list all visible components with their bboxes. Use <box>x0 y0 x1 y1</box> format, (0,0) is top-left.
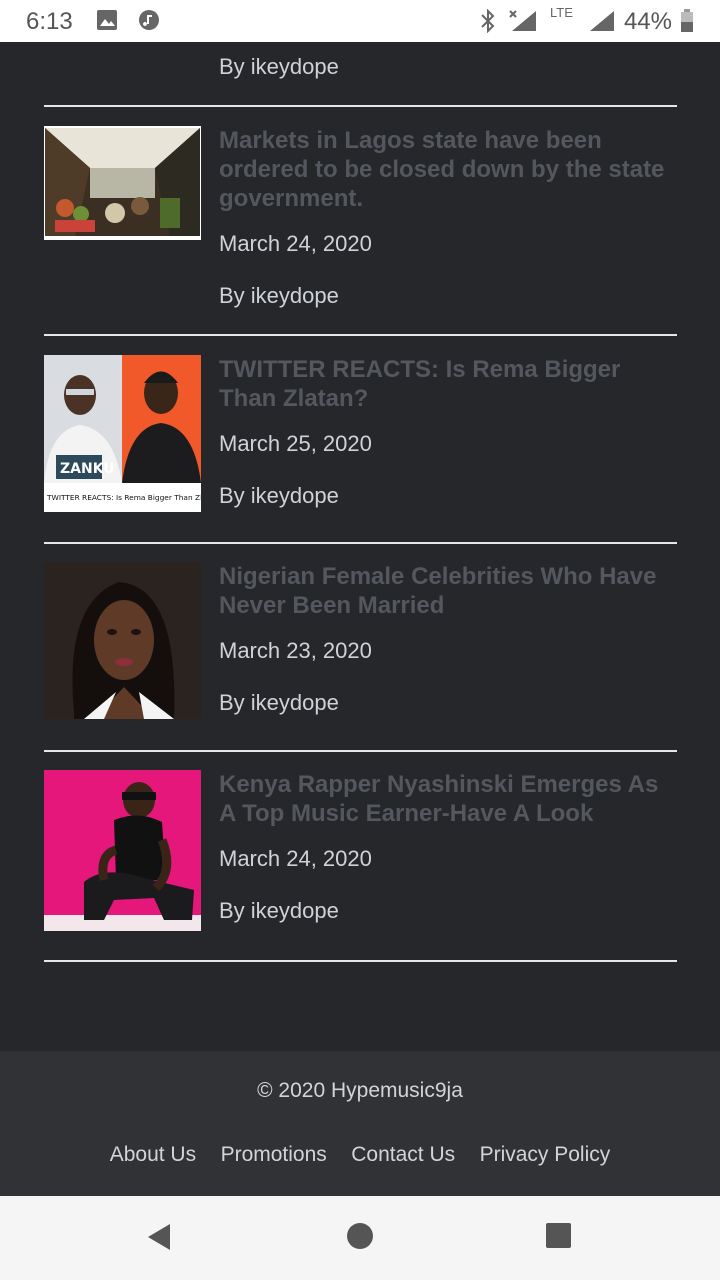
network-type: LTE <box>550 5 573 20</box>
post-author: By ikeydope <box>219 54 339 79</box>
rema-zlatan-photo: ZANKU TWITTER REACTS: Is Rema Bigger Tha… <box>44 355 201 512</box>
post-author: By ikeydope <box>219 283 339 308</box>
post-text: Kenya Rapper Nyashinski Emerges As A Top… <box>219 770 679 924</box>
footer-link-privacy-policy[interactable]: Privacy Policy <box>480 1143 611 1167</box>
divider <box>44 960 677 962</box>
divider <box>44 750 677 752</box>
footer-links: About Us Promotions Contact Us Privacy P… <box>0 1143 720 1167</box>
post-date: March 23, 2020 <box>219 638 372 663</box>
shirt-text: ZANKU <box>60 461 115 477</box>
divider <box>44 542 677 544</box>
post-title[interactable]: TWITTER REACTS: Is Rema Bigger Than Zlat… <box>219 355 679 413</box>
post-author: By ikeydope <box>219 690 339 715</box>
celebrity-portrait <box>44 562 201 719</box>
copyright-text: © 2020 Hypemusic9ja <box>257 1079 463 1102</box>
music-notification-icon <box>139 10 159 30</box>
recents-icon[interactable] <box>545 1222 572 1249</box>
footer-link-about-us[interactable]: About Us <box>110 1143 196 1167</box>
site-footer: © 2020 Hypemusic9ja About Us Promotions … <box>0 1051 720 1196</box>
bluetooth-icon <box>481 9 495 33</box>
post-title[interactable]: Kenya Rapper Nyashinski Emerges As A Top… <box>219 770 679 828</box>
signal-strength-icon <box>590 11 614 31</box>
footer-link-contact-us[interactable]: Contact Us <box>351 1143 455 1167</box>
post-author: By ikeydope <box>219 898 339 923</box>
footer-link-promotions[interactable]: Promotions <box>221 1143 327 1167</box>
post-date: March 24, 2020 <box>219 846 372 871</box>
battery-percent: 44% <box>623 8 672 35</box>
post-author: By ikeydope <box>219 483 339 508</box>
signal-no-data-icon <box>509 10 536 31</box>
market-photo <box>45 128 200 236</box>
post-title[interactable]: Nigerian Female Celebrities Who Have Nev… <box>219 562 679 620</box>
post-date: March 25, 2020 <box>219 431 372 456</box>
post-text: TWITTER REACTS: Is Rema Bigger Than Zlat… <box>219 355 679 509</box>
divider <box>44 105 677 107</box>
home-icon[interactable] <box>346 1222 374 1250</box>
post-thumbnail[interactable]: ZANKU TWITTER REACTS: Is Rema Bigger Tha… <box>44 355 201 512</box>
divider <box>44 334 677 336</box>
post-text: Nigerian Female Celebrities Who Have Nev… <box>219 562 679 716</box>
rapper-photo <box>44 770 201 931</box>
status-time: 6:13 <box>26 8 73 35</box>
post-text: Markets in Lagos state have been ordered… <box>219 126 679 309</box>
post-title[interactable]: Markets in Lagos state have been ordered… <box>219 126 679 213</box>
thumbnail-caption: TWITTER REACTS: Is Rema Bigger Than Zlat… <box>46 493 201 502</box>
post-thumbnail[interactable] <box>44 126 201 240</box>
image-notification-icon <box>97 10 117 30</box>
post-thumbnail[interactable] <box>44 770 201 931</box>
post-thumbnail[interactable] <box>44 562 201 719</box>
navigation-bar <box>0 1196 720 1280</box>
status-bar: 6:13 LTE 44% <box>0 0 720 42</box>
back-icon[interactable] <box>146 1222 172 1252</box>
battery-icon <box>681 9 693 32</box>
post-date: March 24, 2020 <box>219 231 372 256</box>
